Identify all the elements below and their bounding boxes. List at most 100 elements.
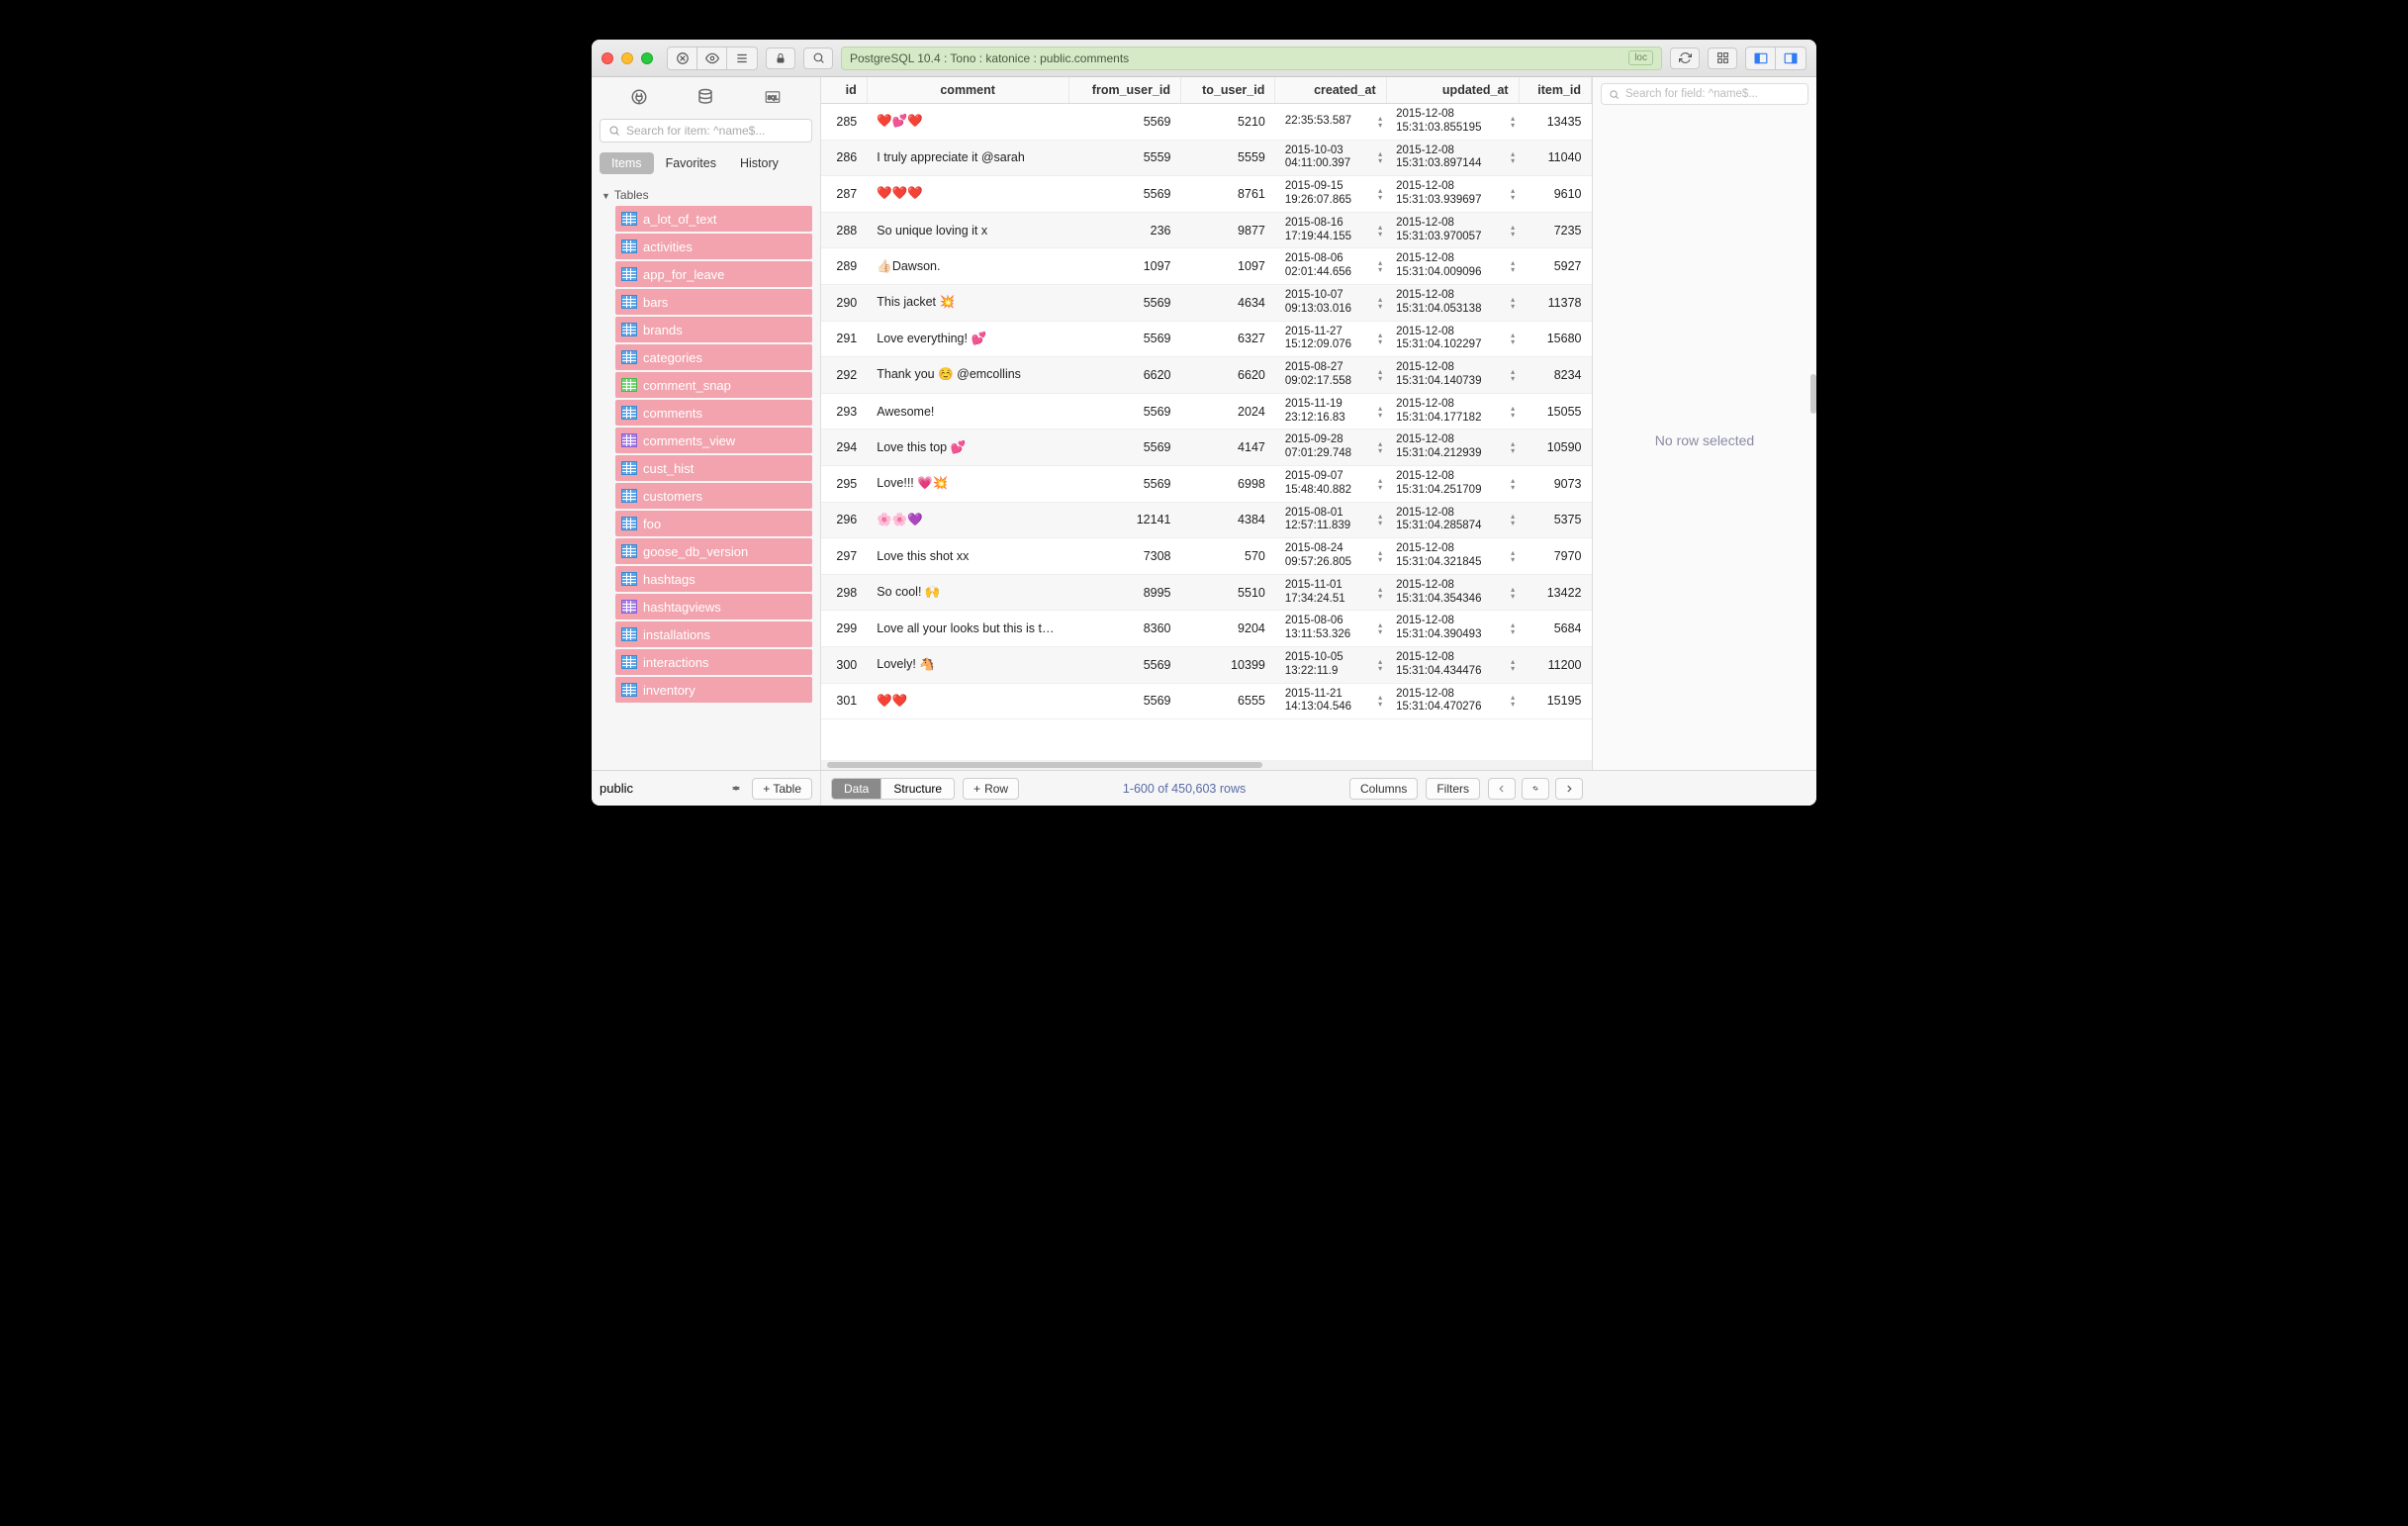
stepper-icon[interactable]: ▴▾ xyxy=(1511,694,1515,708)
column-header-updated_at[interactable]: updated_at xyxy=(1386,77,1519,104)
cell-id[interactable]: 292 xyxy=(821,357,867,394)
refresh-icon[interactable] xyxy=(1670,48,1700,69)
cell-item[interactable]: 11200 xyxy=(1519,646,1591,683)
left-panel-toggle[interactable] xyxy=(1746,48,1776,69)
cell-item[interactable]: 5927 xyxy=(1519,248,1591,285)
cell-updated[interactable]: 2015-12-0815:31:03.855195▴▾ xyxy=(1386,104,1519,141)
cell-updated[interactable]: 2015-12-0815:31:04.321845▴▾ xyxy=(1386,538,1519,575)
stepper-icon[interactable]: ▴▾ xyxy=(1378,405,1382,419)
sidebar-table-item[interactable]: cust_hist xyxy=(615,455,812,481)
cell-comment[interactable]: Love everything! 💕 xyxy=(867,321,1068,357)
list-icon[interactable] xyxy=(727,48,757,69)
cell-comment[interactable]: Awesome! xyxy=(867,393,1068,429)
cell-updated[interactable]: 2015-12-0815:31:04.354346▴▾ xyxy=(1386,574,1519,611)
horizontal-scrollbar[interactable] xyxy=(821,760,1592,770)
stepper-icon[interactable]: ▴▾ xyxy=(1511,621,1515,635)
table-row[interactable]: 298So cool! 🙌899555102015-11-0117:34:24.… xyxy=(821,574,1592,611)
cell-to[interactable]: 1097 xyxy=(1181,248,1275,285)
sidebar-table-item[interactable]: a_lot_of_text xyxy=(615,206,812,232)
sidebar-table-item[interactable]: app_for_leave xyxy=(615,261,812,287)
cell-from[interactable]: 5569 xyxy=(1068,465,1180,502)
stepper-icon[interactable]: ▴▾ xyxy=(1511,150,1515,164)
cell-comment[interactable]: ❤️💕❤️ xyxy=(867,104,1068,141)
cell-created[interactable]: 2015-11-2114:13:04.546▴▾ xyxy=(1275,683,1386,719)
table-list[interactable]: a_lot_of_textactivitiesapp_for_leavebars… xyxy=(592,206,820,770)
sidebar-table-item[interactable]: bars xyxy=(615,289,812,315)
cell-comment[interactable]: Love this top 💕 xyxy=(867,429,1068,466)
cell-from[interactable]: 5569 xyxy=(1068,284,1180,321)
stepper-icon[interactable]: ▴▾ xyxy=(1378,621,1382,635)
cell-created[interactable]: 2015-08-2409:57:26.805▴▾ xyxy=(1275,538,1386,575)
stepper-icon[interactable]: ▴▾ xyxy=(1378,513,1382,526)
table-row[interactable]: 293Awesome!556920242015-11-1923:12:16.83… xyxy=(821,393,1592,429)
stepper-icon[interactable]: ▴▾ xyxy=(1511,187,1515,201)
cell-from[interactable]: 236 xyxy=(1068,212,1180,248)
cell-comment[interactable]: I truly appreciate it @sarah xyxy=(867,140,1068,176)
sidebar-table-item[interactable]: customers xyxy=(615,483,812,509)
stepper-icon[interactable]: ▴▾ xyxy=(1511,513,1515,526)
table-row[interactable]: 292Thank you ☺️ @emcollins662066202015-0… xyxy=(821,357,1592,394)
cell-id[interactable]: 286 xyxy=(821,140,867,176)
column-header-from_user_id[interactable]: from_user_id xyxy=(1068,77,1180,104)
sidebar-section-tables[interactable]: Tables xyxy=(592,180,820,206)
cell-created[interactable]: 2015-09-2807:01:29.748▴▾ xyxy=(1275,429,1386,466)
cell-item[interactable]: 7235 xyxy=(1519,212,1591,248)
cell-to[interactable]: 9877 xyxy=(1181,212,1275,248)
add-table-button[interactable]: + Table xyxy=(752,778,812,800)
cell-id[interactable]: 287 xyxy=(821,176,867,213)
filters-button[interactable]: Filters xyxy=(1426,778,1480,800)
cell-to[interactable]: 6998 xyxy=(1181,465,1275,502)
cell-updated[interactable]: 2015-12-0815:31:04.009096▴▾ xyxy=(1386,248,1519,285)
cell-to[interactable]: 5559 xyxy=(1181,140,1275,176)
stepper-icon[interactable]: ▴▾ xyxy=(1511,115,1515,129)
stepper-icon[interactable]: ▴▾ xyxy=(1378,224,1382,238)
inspector-search-input[interactable] xyxy=(1601,83,1808,105)
cell-id[interactable]: 301 xyxy=(821,683,867,719)
cell-created[interactable]: 2015-09-1519:26:07.865▴▾ xyxy=(1275,176,1386,213)
cell-comment[interactable]: Love all your looks but this is the best… xyxy=(867,611,1068,647)
sidebar-table-item[interactable]: hashtagviews xyxy=(615,594,812,620)
table-row[interactable]: 288So unique loving it x23698772015-08-1… xyxy=(821,212,1592,248)
cell-from[interactable]: 5559 xyxy=(1068,140,1180,176)
stepper-icon[interactable]: ▴▾ xyxy=(1378,150,1382,164)
lock-icon[interactable] xyxy=(766,48,795,69)
cell-created[interactable]: 2015-09-0715:48:40.882▴▾ xyxy=(1275,465,1386,502)
sidebar-table-item[interactable]: foo xyxy=(615,511,812,536)
column-header-id[interactable]: id xyxy=(821,77,867,104)
table-row[interactable]: 301❤️❤️556965552015-11-2114:13:04.546▴▾2… xyxy=(821,683,1592,719)
cell-to[interactable]: 5510 xyxy=(1181,574,1275,611)
table-row[interactable]: 285❤️💕❤️5569521022:35:53.587▴▾2015-12-08… xyxy=(821,104,1592,141)
cell-comment[interactable]: Thank you ☺️ @emcollins xyxy=(867,357,1068,394)
sidebar-table-item[interactable]: brands xyxy=(615,317,812,342)
cell-created[interactable]: 2015-11-2715:12:09.076▴▾ xyxy=(1275,321,1386,357)
column-header-item_id[interactable]: item_id xyxy=(1519,77,1591,104)
next-page-button[interactable] xyxy=(1555,778,1583,800)
cell-to[interactable]: 4147 xyxy=(1181,429,1275,466)
cell-to[interactable]: 570 xyxy=(1181,538,1275,575)
table-row[interactable]: 296🌸🌸💜1214143842015-08-0112:57:11.839▴▾2… xyxy=(821,502,1592,538)
cell-to[interactable]: 5210 xyxy=(1181,104,1275,141)
close-window-button[interactable] xyxy=(602,52,613,64)
cell-item[interactable]: 13435 xyxy=(1519,104,1591,141)
cell-item[interactable]: 15195 xyxy=(1519,683,1591,719)
cell-from[interactable]: 5569 xyxy=(1068,104,1180,141)
cell-comment[interactable]: 👍🏻Dawson. xyxy=(867,248,1068,285)
cell-created[interactable]: 2015-10-0709:13:03.016▴▾ xyxy=(1275,284,1386,321)
table-row[interactable]: 299Love all your looks but this is the b… xyxy=(821,611,1592,647)
cell-to[interactable]: 6327 xyxy=(1181,321,1275,357)
column-header-comment[interactable]: comment xyxy=(867,77,1068,104)
cell-updated[interactable]: 2015-12-0815:31:03.939697▴▾ xyxy=(1386,176,1519,213)
structure-tab[interactable]: Structure xyxy=(881,779,954,799)
schema-select[interactable]: public xyxy=(600,781,746,796)
add-row-button[interactable]: +Row xyxy=(963,778,1019,800)
cell-comment[interactable]: So cool! 🙌 xyxy=(867,574,1068,611)
prev-page-button[interactable] xyxy=(1488,778,1516,800)
gear-icon[interactable] xyxy=(1522,778,1549,800)
cell-item[interactable]: 10590 xyxy=(1519,429,1591,466)
cell-comment[interactable]: Love this shot xx xyxy=(867,538,1068,575)
cell-from[interactable]: 5569 xyxy=(1068,429,1180,466)
cell-to[interactable]: 8761 xyxy=(1181,176,1275,213)
cell-item[interactable]: 7970 xyxy=(1519,538,1591,575)
column-header-created_at[interactable]: created_at xyxy=(1275,77,1386,104)
cell-updated[interactable]: 2015-12-0815:31:04.053138▴▾ xyxy=(1386,284,1519,321)
